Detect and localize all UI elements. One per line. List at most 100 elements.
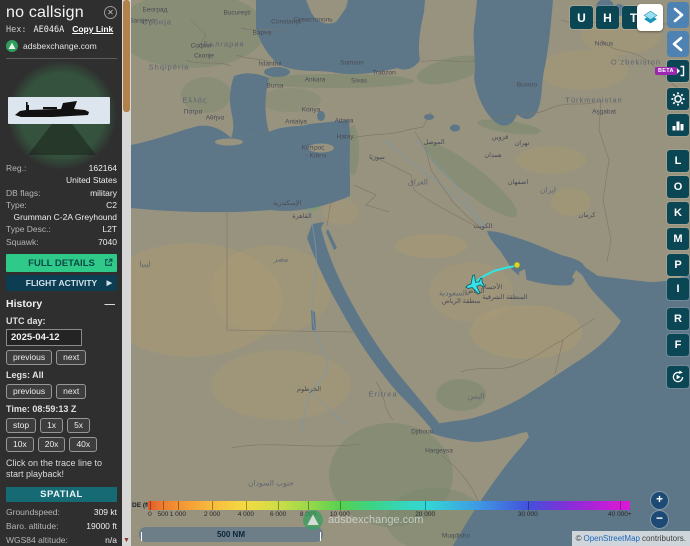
history-header: History —: [6, 296, 117, 311]
c2-silhouette: [15, 101, 89, 117]
info-row-value: 162164: [88, 163, 117, 173]
map-button-F[interactable]: F: [667, 334, 689, 356]
spatial-row-label: Groundspeed:: [6, 506, 60, 517]
map-button-U[interactable]: U: [570, 6, 593, 29]
legend-tick-mark: [162, 501, 164, 510]
adsbexchange-watermark-icon: [303, 510, 323, 530]
info-row-value: L2T: [102, 224, 117, 235]
info-row-label: Type:: [6, 199, 27, 210]
aircraft-photo[interactable]: [8, 97, 110, 124]
map-button-R[interactable]: R: [667, 308, 689, 330]
speed-button-10x[interactable]: 10x: [6, 437, 34, 453]
legend-tick-mark: [308, 501, 310, 510]
map-button-P[interactable]: P: [667, 254, 689, 276]
legend-tick-label: 500: [157, 511, 169, 518]
aircraft-info: Reg.: 162164 United States DB flags: militar…: [6, 162, 117, 248]
adsbexchange-logo-icon: [6, 40, 18, 52]
layers-button[interactable]: [637, 4, 663, 31]
info-row: United States: [6, 174, 117, 186]
legend-tick-mark: [527, 501, 529, 510]
zoom-out-button[interactable]: −: [651, 511, 668, 528]
trace-endpoint[interactable]: [513, 261, 521, 269]
spatial-row: Baro. altitude: 19000 ft: [6, 519, 117, 533]
scrollbar-thumb[interactable]: [123, 0, 130, 112]
legend-tick-mark: [245, 501, 247, 510]
map-button-H[interactable]: H: [596, 6, 619, 29]
legend-tick-label: 1 000: [169, 511, 187, 518]
leg-previous-button[interactable]: previous: [6, 384, 53, 400]
speed-button-20x[interactable]: 20x: [37, 437, 66, 453]
settings-button[interactable]: [667, 88, 689, 110]
map-top-buttons: UHT: [570, 6, 645, 29]
spatial-header: SPATIAL: [6, 486, 117, 502]
map-button-K[interactable]: K: [667, 202, 689, 224]
watermark-text: adsbexchange.com: [328, 514, 424, 526]
legend-tick-mark: [177, 501, 179, 510]
site-link[interactable]: adsbexchange.com: [23, 41, 97, 51]
map-button-I[interactable]: I: [667, 278, 689, 300]
legend-tick-label: 30 000: [517, 511, 538, 518]
spatial-row: WGS84 altitude: n/a: [6, 533, 117, 546]
map-button-L[interactable]: L: [667, 150, 689, 172]
callsign-title: no callsign: [6, 4, 84, 21]
legend-tick-mark: [212, 501, 214, 510]
info-row-value: military: [90, 187, 117, 198]
speed-button-stop[interactable]: stop: [6, 418, 37, 434]
info-row: Squawk: 7040: [6, 236, 117, 248]
close-icon[interactable]: ✕: [104, 6, 117, 19]
caret-right-icon: ▶: [106, 280, 112, 288]
info-row-label: DB flags:: [6, 187, 41, 198]
day-next-button[interactable]: next: [56, 350, 87, 366]
speed-button-5x[interactable]: 5x: [67, 418, 91, 434]
map-button-O[interactable]: O: [667, 176, 689, 198]
replay-history-button[interactable]: [667, 366, 689, 388]
map-button-M[interactable]: M: [667, 228, 689, 250]
stats-button[interactable]: [667, 114, 689, 136]
beta-badge: BETA: [655, 67, 677, 75]
scrollbar-down-arrow[interactable]: ▼: [122, 536, 131, 545]
chevron-left-icon: [672, 36, 683, 52]
info-row-label: Reg.:: [6, 163, 27, 173]
full-details-button[interactable]: FULL DETAILS: [6, 254, 117, 273]
legend-tick-mark: [278, 501, 280, 510]
panel-open-button[interactable]: [667, 2, 689, 28]
legend-tick-label: 40 000+: [608, 511, 632, 518]
info-row-value: 7040: [98, 236, 117, 247]
leg-next-button[interactable]: next: [56, 384, 87, 400]
legs-label: Legs: All: [6, 370, 44, 381]
aircraft-thumbnail-area: [6, 59, 117, 169]
playback-hint: Click on the trace line to start playbac…: [6, 458, 103, 480]
osm-link[interactable]: OpenStreetMap: [583, 534, 639, 543]
hex-value: AE046A: [33, 25, 65, 35]
gear-icon: [671, 92, 685, 106]
flight-trace-layer: [465, 261, 521, 295]
external-link-icon: [105, 258, 113, 266]
map[interactable]: Београд Sarajevo Србија Bucureşti Constanța В…: [131, 0, 690, 546]
chevron-right-icon: [673, 7, 684, 23]
legend-tick-mark: [619, 501, 621, 510]
legend-tick-mark: [425, 501, 427, 510]
legend-tick-mark: [149, 501, 151, 510]
speed-button-40x[interactable]: 40x: [69, 437, 98, 453]
panel-close-button[interactable]: [667, 31, 689, 57]
utc-day-input[interactable]: [6, 329, 82, 347]
copy-link[interactable]: Copy Link: [72, 24, 113, 34]
day-previous-button[interactable]: previous: [6, 350, 53, 366]
zoom-in-button[interactable]: +: [651, 492, 668, 509]
flight-activity-button[interactable]: FLIGHT ACTIVITY ▶: [6, 275, 117, 292]
minimize-icon[interactable]: —: [105, 298, 116, 310]
info-row-label: Type Desc.:: [6, 224, 51, 235]
legend-tick-label: 2 000: [203, 511, 221, 518]
spatial-row-value: 309 kt: [93, 506, 117, 517]
utc-day-label: UTC day:: [6, 316, 46, 327]
sidebar-scrollbar[interactable]: ▼: [122, 0, 131, 546]
speed-buttons-row2: 10x 20x 40x: [6, 437, 117, 453]
attribution-suffix: contributors.: [641, 534, 686, 543]
map-watermark: adsbexchange.com: [303, 510, 423, 530]
info-row: Type: C2: [6, 199, 117, 211]
aircraft-panel: ▼ no callsign ✕ Hex: AE046A Copy Link ad…: [0, 0, 131, 546]
info-row-value: Grumman C-2A Greyhound: [13, 212, 117, 223]
attribution: © OpenStreetMap contributors.: [571, 531, 690, 546]
replay-circle-icon: [672, 370, 684, 383]
speed-button-1x[interactable]: 1x: [40, 418, 64, 434]
